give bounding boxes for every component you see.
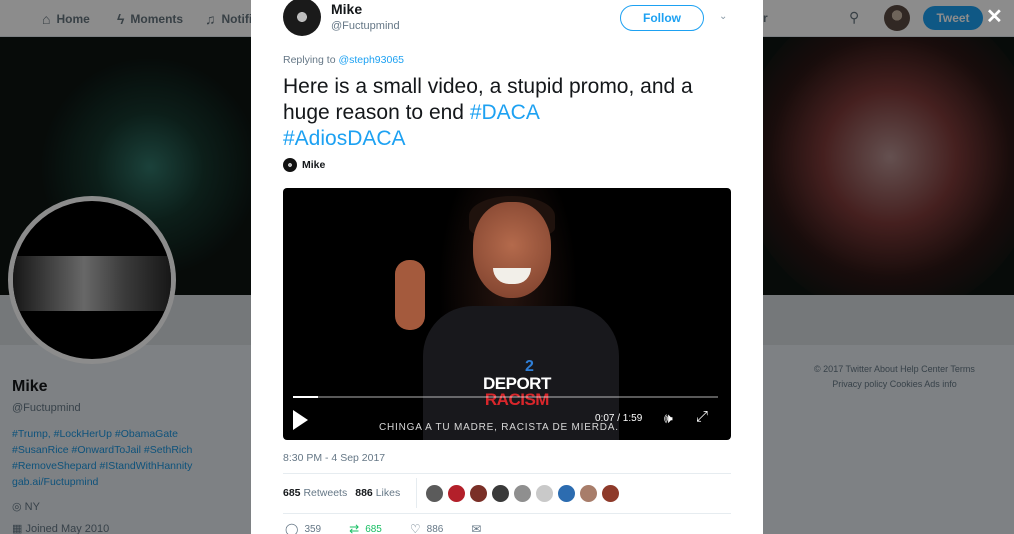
video-frame-hand: [395, 260, 425, 330]
liker-avatar[interactable]: [579, 484, 598, 503]
liker-avatar[interactable]: [513, 484, 532, 503]
attribution-avatar: [283, 158, 297, 172]
liker-avatar[interactable]: [469, 484, 488, 503]
video-shirt-line2: RACISM: [484, 390, 550, 409]
video-player[interactable]: 2 DEPORT RACISM CHINGA A TU MADRE, RACIS…: [283, 188, 731, 440]
likes-label: Likes: [375, 487, 401, 499]
replying-to: Replying to @steph93065: [283, 54, 404, 66]
chevron-down-icon[interactable]: ⌄: [719, 11, 727, 22]
play-icon[interactable]: [293, 410, 308, 430]
reply-button[interactable]: ◯ 359: [285, 522, 321, 534]
like-count: 886: [426, 523, 444, 534]
volume-icon[interactable]: 🕪: [664, 410, 673, 427]
liker-avatar[interactable]: [557, 484, 576, 503]
reply-icon: ◯: [285, 522, 299, 534]
reply-count: 359: [304, 523, 322, 534]
like-button[interactable]: ♡ 886: [410, 522, 443, 534]
video-caption: CHINGA A TU MADRE, RACISTA DE MIERDA.: [379, 422, 619, 433]
video-progress-bar[interactable]: [293, 396, 718, 398]
attribution-name: Mike: [302, 159, 326, 171]
video-attribution[interactable]: Mike: [283, 158, 325, 172]
retweets-stat[interactable]: 685 Retweets: [283, 487, 347, 499]
fullscreen-icon[interactable]: ⤢: [696, 408, 708, 425]
reply-target-link[interactable]: @steph93065: [338, 54, 404, 66]
heart-icon: ♡: [409, 522, 421, 534]
stats-divider: [416, 478, 417, 508]
liker-avatar[interactable]: [491, 484, 510, 503]
retweets-count: 685: [283, 487, 301, 499]
video-time: 0:07 / 1:59: [595, 413, 643, 424]
liker-avatar[interactable]: [447, 484, 466, 503]
author-handle[interactable]: @Fuctupmind: [331, 20, 400, 32]
hashtag-adiosdaca[interactable]: #AdiosDACA: [283, 127, 406, 150]
retweets-label: Retweets: [303, 487, 348, 499]
retweet-icon: ⇄: [349, 522, 360, 534]
retweet-button[interactable]: ⇄ 685: [349, 522, 382, 534]
replying-prefix: Replying to: [283, 54, 336, 66]
tweet-actions: ◯ 359 ⇄ 685 ♡ 886 ✉: [285, 522, 481, 534]
likes-stat[interactable]: 886 Likes: [355, 487, 400, 499]
video-shirt-text: DEPORT RACISM: [483, 375, 551, 409]
liker-avatar[interactable]: [425, 484, 444, 503]
divider: [283, 473, 731, 474]
author-name[interactable]: Mike: [331, 1, 362, 17]
liker-avatar[interactable]: [535, 484, 554, 503]
likes-count: 886: [355, 487, 373, 499]
hashtag-daca[interactable]: #DACA: [470, 101, 540, 124]
liker-avatar[interactable]: [601, 484, 620, 503]
retweet-count: 685: [365, 523, 382, 534]
video-progress-fill: [293, 396, 318, 398]
envelope-icon: ✉: [471, 522, 482, 534]
likers-avatars: [425, 484, 620, 503]
author-avatar[interactable]: [283, 0, 321, 36]
tweet-modal: Mike @Fuctupmind Follow ⌄ Replying to @s…: [251, 0, 763, 534]
tweet-stats: 685 Retweets 886 Likes: [283, 487, 400, 499]
tweet-timestamp[interactable]: 8:30 PM - 4 Sep 2017: [283, 452, 385, 464]
video-frame-shirt: [423, 306, 619, 440]
divider: [283, 513, 731, 514]
follow-button[interactable]: Follow: [620, 5, 704, 31]
message-button[interactable]: ✉: [471, 522, 481, 534]
close-icon[interactable]: ✕: [986, 7, 1003, 27]
tweet-text: Here is a small video, a stupid promo, a…: [283, 74, 743, 152]
